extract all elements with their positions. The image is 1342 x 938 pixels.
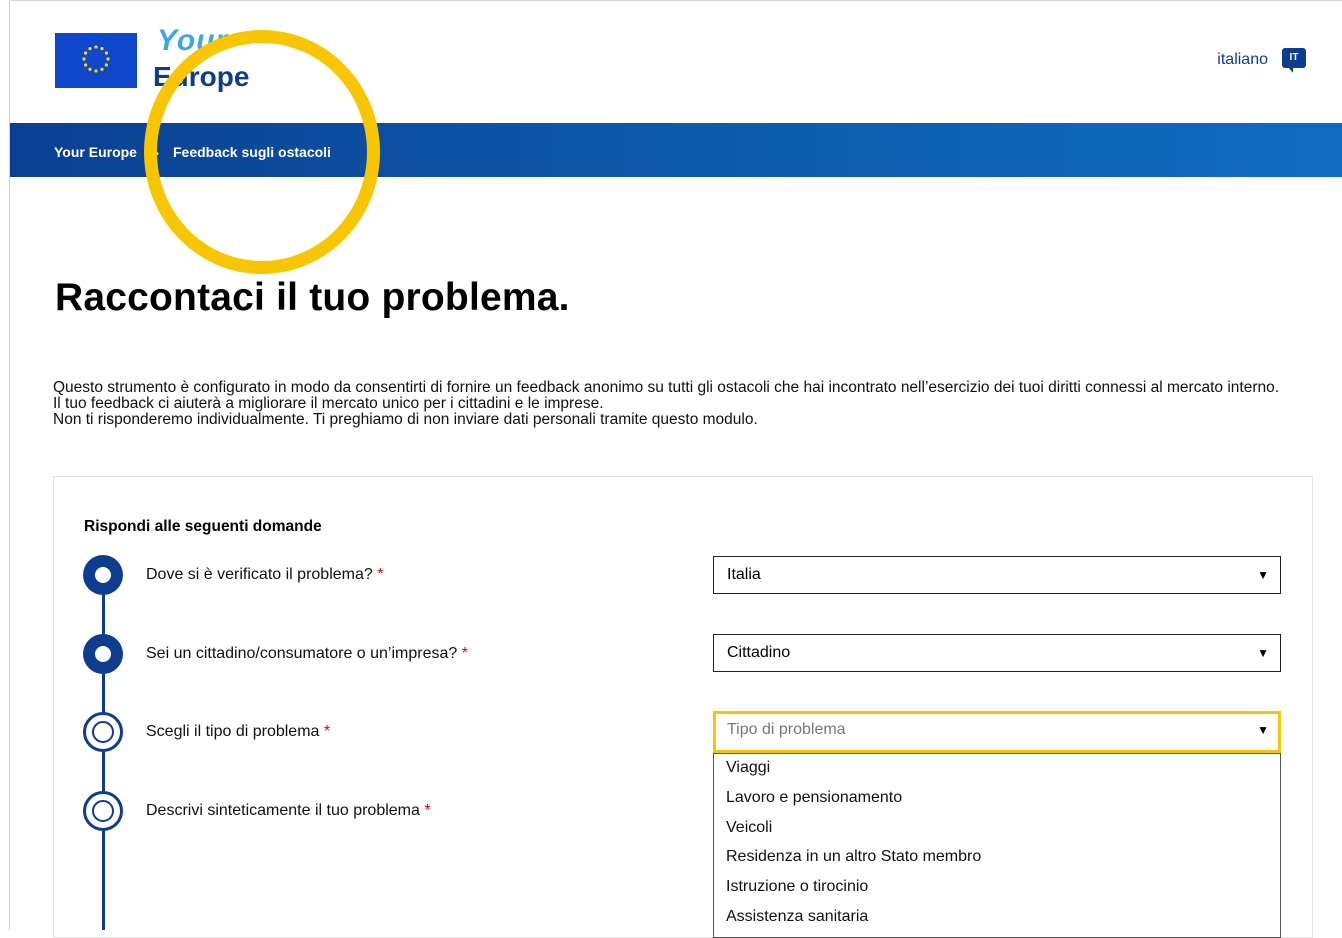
intro-text: Questo strumento è configurato in modo d… [53,380,1313,428]
eu-stars-icon [82,45,110,73]
problem-type-placeholder: Tipo di problema [727,721,846,738]
required-mark: * [424,802,431,819]
chevron-down-icon: ▼ [1257,723,1269,737]
breadcrumb-home-link[interactable]: Your Europe [54,144,137,160]
question-problem-type-label: Scegli il tipo di problema * [146,723,331,740]
intro-paragraph-1: Questo strumento è configurato in modo d… [53,379,1280,396]
step-1-done-icon [83,555,123,595]
dropdown-option[interactable]: Istruzione o tirocinio [726,878,868,896]
language-code-badge[interactable]: IT [1282,48,1306,73]
dropdown-option[interactable]: Lavoro e pensionamento [726,789,902,807]
required-mark: * [461,645,468,662]
intro-paragraph-2: Il tuo feedback ci aiuterà a migliorare … [53,395,604,412]
dropdown-option[interactable]: Residenza in un altro Stato membro [726,848,981,866]
user-type-select[interactable]: Cittadino ▼ [713,634,1281,672]
intro-paragraph-3: Non ti risponderemo individualmente. Ti … [53,411,758,428]
form-heading: Rispondi alle seguenti domande [84,518,322,535]
country-select[interactable]: Italia ▼ [713,556,1281,594]
user-type-select-value: Cittadino [727,644,791,661]
eu-flag-logo[interactable] [55,33,137,88]
dropdown-option[interactable]: Assistenza sanitaria [726,908,868,926]
question-user-type-label: Sei un cittadino/consumatore o un’impres… [146,645,468,662]
problem-type-dropdown-list: Viaggi Lavoro e pensionamento Veicoli Re… [713,753,1281,938]
dropdown-option[interactable]: Viaggi [726,759,770,777]
language-selector[interactable]: italiano [1217,51,1268,69]
problem-type-select[interactable]: Tipo di problema ▼ [713,711,1281,753]
question-description-label: Descrivi sinteticamente il tuo problema … [146,802,431,819]
country-select-value: Italia [727,566,761,583]
highlight-circle-annotation [144,30,380,274]
step-3-current-icon [83,712,123,752]
page-title: Raccontaci il tuo problema. [55,276,570,319]
chevron-down-icon: ▼ [1257,568,1269,582]
step-2-done-icon [83,634,123,674]
required-mark: * [323,723,331,740]
dropdown-option[interactable]: Veicoli [726,819,772,837]
required-mark: * [377,566,384,583]
frame-top-border [9,0,1342,1]
chevron-down-icon: ▼ [1257,646,1269,660]
step-4-todo-icon [83,791,123,831]
question-location-label: Dove si è verificato il problema? * [146,566,384,583]
